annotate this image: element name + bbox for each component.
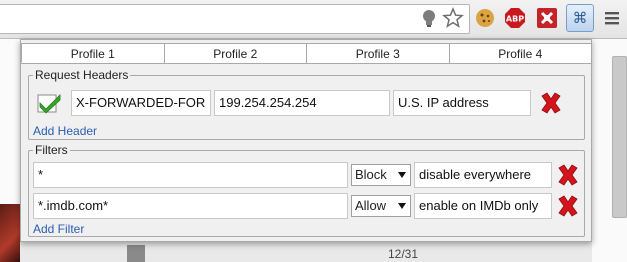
filters-section: Filters	[28, 143, 585, 237]
chevron-down-icon	[398, 172, 406, 178]
puzzle-icon[interactable]	[536, 7, 558, 29]
filter-action-select[interactable]: Allow	[351, 195, 411, 217]
page-footer-strip	[20, 242, 592, 262]
header-comment-input[interactable]: U.S. IP address	[393, 90, 531, 116]
tab-profile-3[interactable]: Profile 3	[306, 43, 450, 63]
menu-icon[interactable]	[601, 7, 623, 29]
filter-pattern-input[interactable]: *	[33, 162, 348, 188]
filters-legend: Filters	[35, 143, 68, 157]
tab-profile-2[interactable]: Profile 2	[163, 43, 307, 63]
modheader-popup: Profile 1 Profile 2 Profile 3 Profile 4 …	[20, 39, 592, 242]
header-name-input[interactable]: X-FORWARDED-FOR	[71, 90, 211, 116]
tab-profile-1[interactable]: Profile 1	[21, 43, 165, 63]
filter-comment-input[interactable]: enable on IMDb only	[414, 193, 552, 219]
filter-pattern-input[interactable]: *.imdb.com*	[33, 193, 348, 219]
tab-profile-4[interactable]: Profile 4	[448, 43, 592, 63]
filter-action-value: Block	[355, 167, 387, 182]
request-headers-legend: Request Headers	[35, 68, 129, 82]
profile-tabs: Profile 1 Profile 2 Profile 3 Profile 4	[21, 43, 592, 64]
filter-action-select[interactable]: Block	[351, 164, 411, 186]
filter-action-value: Allow	[355, 198, 387, 213]
image-counter: 12/31	[388, 247, 419, 261]
star-icon[interactable]	[442, 7, 464, 29]
bulb-icon[interactable]	[418, 7, 440, 29]
browser-toolbar: ABP ⌘	[0, 0, 627, 39]
scrollbar-thumb[interactable]	[612, 56, 627, 218]
header-value-input[interactable]: 199.254.254.254	[214, 90, 390, 116]
filter-comment-input[interactable]: disable everywhere	[414, 162, 552, 188]
add-header-link[interactable]: Add Header	[33, 124, 97, 138]
page-thumbnail	[0, 204, 22, 262]
cookie-icon[interactable]	[474, 7, 496, 29]
delete-filter-button[interactable]	[556, 195, 580, 217]
add-filter-link[interactable]: Add Filter	[33, 222, 84, 236]
svg-text:ABP: ABP	[506, 15, 524, 24]
svg-text:⌘: ⌘	[573, 9, 588, 27]
chevron-down-icon	[398, 203, 406, 209]
enabled-checkbox-check-icon[interactable]	[37, 92, 63, 114]
modheader-icon[interactable]: ⌘	[566, 4, 594, 32]
bookmark-flag-icon	[127, 245, 145, 262]
delete-header-button[interactable]	[539, 92, 563, 114]
address-bar[interactable]	[0, 4, 470, 34]
delete-filter-button[interactable]	[556, 164, 580, 186]
adblock-icon[interactable]: ABP	[504, 7, 526, 29]
